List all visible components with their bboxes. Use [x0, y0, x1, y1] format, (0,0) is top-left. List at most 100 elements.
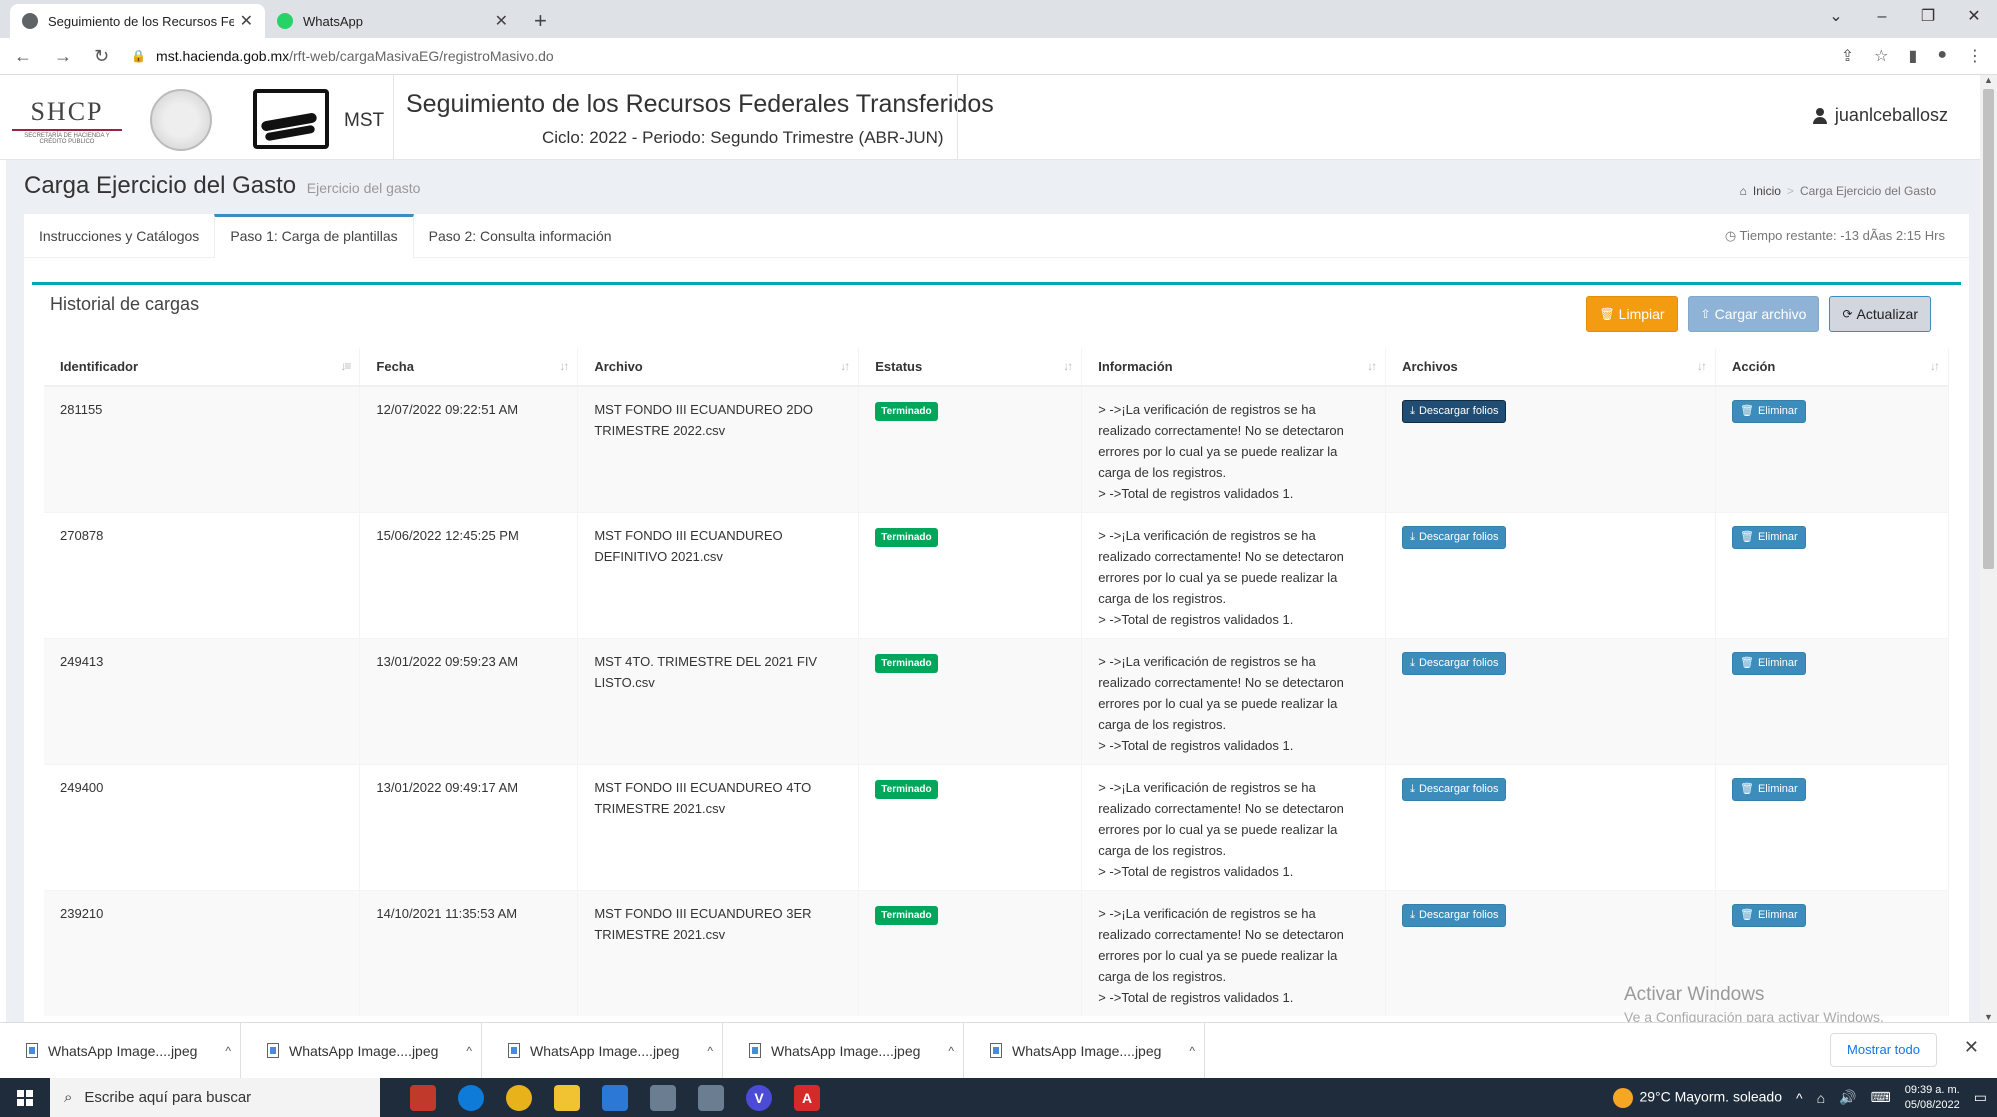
download-icon: ⤓ — [1410, 783, 1415, 795]
eliminar-button[interactable]: 🗑 Eliminar — [1732, 778, 1806, 801]
download-item[interactable]: WhatsApp Image....jpeg ^ — [0, 1022, 241, 1079]
col-archivo[interactable]: Archivo ↓↑ — [577, 348, 860, 387]
forward-icon[interactable]: → — [54, 46, 72, 67]
eliminar-button[interactable]: 🗑 Eliminar — [1732, 526, 1806, 549]
eliminar-button[interactable]: 🗑 Eliminar — [1732, 400, 1806, 423]
eliminar-button[interactable]: 🗑 Eliminar — [1732, 904, 1806, 927]
cell-date: 12/07/2022 09:22:51 AM — [359, 385, 579, 513]
weather-widget[interactable]: 29°C Mayorm. soleado — [1613, 1087, 1782, 1108]
cell-date: 14/10/2021 11:35:53 AM — [359, 890, 579, 1016]
chevron-up-icon[interactable]: ^ — [1189, 1044, 1195, 1058]
chevron-up-icon[interactable]: ^ — [466, 1044, 472, 1058]
download-item[interactable]: WhatsApp Image....jpeg ^ — [241, 1022, 482, 1079]
keyboard-icon[interactable]: ⌨ — [1870, 1089, 1890, 1106]
download-filename: WhatsApp Image....jpeg — [771, 1042, 921, 1059]
chrome-icon[interactable] — [506, 1084, 532, 1111]
network-icon[interactable]: ⌂ — [1817, 1090, 1825, 1106]
descargar-folios-button[interactable]: ⤓ Descargar folios — [1402, 778, 1507, 801]
lock-icon[interactable]: 🔒 — [131, 49, 146, 63]
cell-files: ⤓ Descargar folios — [1385, 385, 1716, 513]
tab-instrucciones[interactable]: Instrucciones y Catálogos — [24, 214, 214, 258]
col-identificador[interactable]: Identificador ↓≡ — [44, 348, 361, 387]
chevron-up-icon[interactable]: ^ — [948, 1044, 954, 1058]
tab-search-icon[interactable]: ⌄ — [1813, 0, 1859, 34]
acrobat-icon[interactable]: A — [794, 1084, 820, 1111]
network-app-icon[interactable] — [650, 1084, 676, 1111]
reload-icon[interactable]: ↻ — [94, 46, 109, 67]
cell-file: MST FONDO III ECUANDUREO 4TO TRIMESTRE 2… — [577, 764, 860, 891]
info-total: > ->Total de registros validados 1. — [1098, 486, 1294, 501]
trash-icon: 🗑 — [1740, 909, 1754, 921]
col-fecha[interactable]: Fecha ↓↑ — [359, 348, 579, 387]
actualizar-button[interactable]: ⟳ Actualizar — [1829, 296, 1931, 332]
cargar-archivo-button[interactable]: ⇧ Cargar archivo — [1687, 296, 1820, 332]
limpiar-button[interactable]: 🗑 Limpiar — [1586, 296, 1678, 332]
download-item[interactable]: WhatsApp Image....jpeg ^ — [482, 1022, 723, 1079]
new-tab-button[interactable]: + — [534, 4, 547, 38]
col-archivos[interactable]: Archivos ↓↑ — [1385, 348, 1716, 387]
edge-icon[interactable] — [458, 1084, 484, 1111]
browser-actions: ⇪ ☆ ▮ ● ⋮ — [1841, 46, 1983, 66]
close-tab-icon[interactable]: ✕ — [495, 11, 508, 31]
file-icon — [990, 1043, 1002, 1058]
start-button[interactable] — [0, 1078, 50, 1117]
col-accion[interactable]: Acción ↓↑ — [1715, 348, 1949, 387]
descargar-folios-button[interactable]: ⤓ Descargar folios — [1402, 526, 1507, 549]
browser-tab-title: WhatsApp — [303, 13, 363, 29]
trash-icon: 🗑 — [1599, 307, 1615, 321]
chevron-up-icon[interactable]: ^ — [707, 1044, 713, 1058]
scrollbar-thumb[interactable] — [1983, 89, 1994, 569]
scroll-down-icon[interactable]: ▼ — [1984, 1012, 1993, 1022]
show-all-downloads-button[interactable]: Mostrar todo — [1830, 1033, 1937, 1067]
breadcrumb-home[interactable]: Inicio — [1753, 184, 1781, 198]
windows-logo-icon — [17, 1089, 33, 1106]
share-icon[interactable]: ⇪ — [1841, 46, 1854, 66]
chevron-up-icon[interactable]: ^ — [225, 1044, 231, 1058]
file-explorer-icon[interactable] — [554, 1084, 580, 1111]
menu-kebab-icon[interactable]: ⋮ — [1967, 46, 1983, 66]
browser-tab-whatsapp[interactable]: WhatsApp ✕ — [265, 4, 520, 38]
window-controls: ⌄ – ❐ ✕ — [1813, 0, 1997, 34]
bookmark-star-icon[interactable]: ☆ — [1874, 46, 1888, 66]
taskbar-clock[interactable]: 09:39 a. m. 05/08/2022 — [1905, 1083, 1960, 1113]
taskbar-apps: V A — [410, 1084, 820, 1111]
eliminar-button[interactable]: 🗑 Eliminar — [1732, 652, 1806, 675]
close-shelf-icon[interactable]: ✕ — [1964, 1037, 1979, 1058]
download-item[interactable]: WhatsApp Image....jpeg ^ — [723, 1022, 964, 1079]
notifications-icon[interactable]: ▭ — [1974, 1089, 1987, 1106]
volume-icon[interactable]: 🔊 — [1839, 1089, 1856, 1106]
download-item[interactable]: WhatsApp Image....jpeg ^ — [964, 1022, 1205, 1079]
descargar-folios-button[interactable]: ⤓ Descargar folios — [1402, 400, 1507, 423]
browser-tab-strip: Seguimiento de los Recursos Fe ✕ WhatsAp… — [0, 0, 1997, 38]
v-app-icon[interactable]: V — [746, 1084, 772, 1111]
download-filename: WhatsApp Image....jpeg — [1012, 1042, 1162, 1059]
col-estatus[interactable]: Estatus ↓↑ — [858, 348, 1083, 387]
minimize-icon[interactable]: – — [1859, 0, 1905, 34]
city-widget-icon[interactable] — [410, 1084, 436, 1111]
descargar-folios-button[interactable]: ⤓ Descargar folios — [1402, 904, 1507, 927]
network-app-icon[interactable] — [698, 1084, 724, 1111]
tray-chevron-icon[interactable]: ^ — [1796, 1090, 1803, 1106]
profile-icon[interactable]: ● — [1937, 46, 1947, 66]
info-total: > ->Total de registros validados 1. — [1098, 738, 1294, 753]
back-icon[interactable]: ← — [14, 46, 32, 67]
col-informacion[interactable]: Información ↓↑ — [1081, 348, 1387, 387]
restore-icon[interactable]: ❐ — [1905, 0, 1951, 34]
browser-tab-seguimiento[interactable]: Seguimiento de los Recursos Fe ✕ — [10, 4, 265, 38]
tab-carga-plantillas[interactable]: Paso 1: Carga de plantillas — [214, 214, 414, 258]
taskbar-search[interactable]: ⌕ Escribe aquí para buscar — [50, 1078, 380, 1117]
close-tab-icon[interactable]: ✕ — [240, 11, 253, 31]
descargar-folios-button[interactable]: ⤓ Descargar folios — [1402, 652, 1507, 675]
cell-status: Terminado — [858, 764, 1083, 891]
limpiar-label: Limpiar — [1618, 306, 1665, 322]
url-field[interactable]: 🔒 mst.hacienda.gob.mx /rft-web/cargaMasi… — [131, 48, 554, 64]
mail-icon[interactable] — [602, 1084, 628, 1111]
user-menu[interactable]: juanlceballosz — [1812, 105, 1948, 126]
download-filename: WhatsApp Image....jpeg — [48, 1042, 198, 1059]
scroll-up-icon[interactable]: ▲ — [1984, 75, 1993, 85]
tab-consulta-informacion[interactable]: Paso 2: Consulta información — [414, 214, 627, 258]
cell-files: ⤓ Descargar folios — [1385, 638, 1716, 765]
side-panel-icon[interactable]: ▮ — [1909, 46, 1918, 66]
close-window-icon[interactable]: ✕ — [1951, 0, 1997, 34]
page-scrollbar[interactable]: ▲ ▼ — [1980, 75, 1997, 1022]
